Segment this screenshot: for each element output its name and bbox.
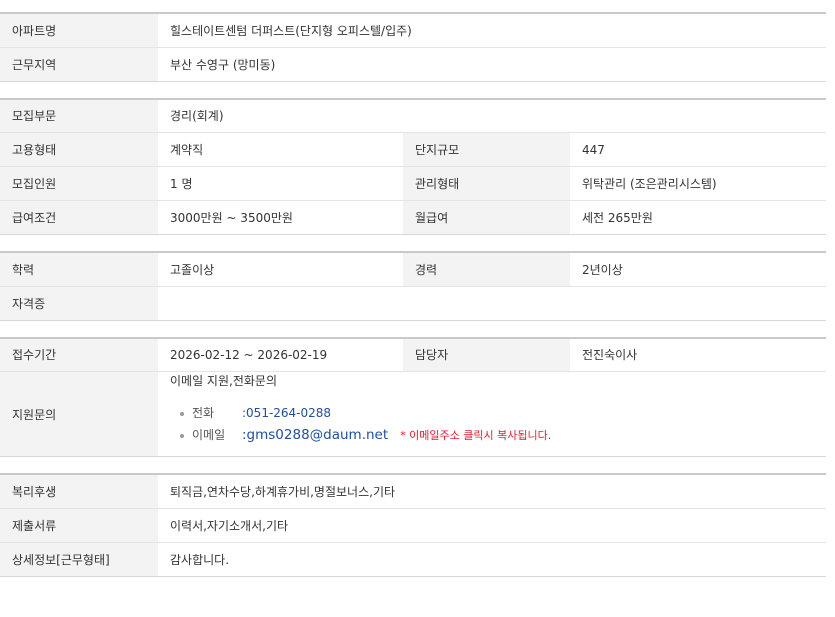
row-detail: 상세정보[근무형태] 감사합니다. xyxy=(0,541,826,576)
email-link[interactable]: :gms0288@daum.net xyxy=(242,427,388,443)
apartment-label: 아파트명 xyxy=(0,13,158,47)
management-type-value: 위탁관리 (조은관리시스템) xyxy=(570,166,826,201)
detail-value: 감사합니다. xyxy=(158,541,826,576)
certificate-label: 자격증 xyxy=(0,285,158,320)
salary-value: 3000만원 ~ 3500만원 xyxy=(158,200,403,235)
email-label: 이메일 xyxy=(192,428,226,442)
row-work-area: 근무지역 부산 수영구 (망미동) xyxy=(0,46,826,81)
salary-label: 급여조건 xyxy=(0,200,158,235)
contact-tel: 전화 :051-264-0288 xyxy=(180,402,826,424)
bullet-icon xyxy=(180,433,184,438)
period-label: 접수기간 xyxy=(0,337,158,372)
complex-size-label: 단지규모 xyxy=(403,132,570,167)
row-department: 모집부문 경리(회계) xyxy=(0,98,826,133)
apartment-value: 힐스테이트센텀 더퍼스트(단지형 오피스텔/입주) xyxy=(158,13,826,47)
work-area-label: 근무지역 xyxy=(0,46,158,81)
email-copy-note: * 이메일주소 클릭시 복사됩니다. xyxy=(400,429,552,442)
row-documents: 제출서류 이력서,자기소개서,기타 xyxy=(0,507,826,542)
row-education: 학력 고졸이상 경력 2년이상 xyxy=(0,252,826,286)
section-location: 아파트명 힐스테이트센텀 더퍼스트(단지형 오피스텔/입주) 근무지역 부산 수… xyxy=(0,12,826,82)
tel-label: 전화 xyxy=(192,406,215,420)
section-application: 접수기간 2026-02-12 ~ 2026-02-19 담당자 전진숙이사 지… xyxy=(0,336,826,457)
section-qualifications: 학력 고졸이상 경력 2년이상 자격증 xyxy=(0,251,826,321)
welfare-value: 퇴직금,연차수당,하계휴가비,명절보너스,기타 xyxy=(158,474,826,508)
inquiry-intro: 이메일 지원,전화문의 xyxy=(170,374,277,388)
inquiry-label: 지원문의 xyxy=(0,371,158,457)
experience-value: 2년이상 xyxy=(570,252,826,286)
documents-label: 제출서류 xyxy=(0,507,158,542)
complex-size-value: 447 xyxy=(570,132,826,167)
section-benefits: 복리후생 퇴직금,연차수당,하계휴가비,명절보너스,기타 제출서류 이력서,자기… xyxy=(0,473,826,577)
headcount-label: 모집인원 xyxy=(0,166,158,201)
monthly-pay-value: 세전 265만원 xyxy=(570,200,826,235)
tel-value: :051-264-0288 xyxy=(242,406,332,420)
headcount-value: 1 명 xyxy=(158,166,403,201)
work-area-value: 부산 수영구 (망미동) xyxy=(158,46,826,81)
inquiry-value: 이메일 지원,전화문의 전화 :051-264-0288 이메일 :gms0288@… xyxy=(158,371,826,457)
row-employment: 고용형태 계약직 단지규모 447 xyxy=(0,132,826,167)
job-detail: 아파트명 힐스테이트센텀 더퍼스트(단지형 오피스텔/입주) 근무지역 부산 수… xyxy=(0,0,835,577)
row-apartment: 아파트명 힐스테이트센텀 더퍼스트(단지형 오피스텔/입주) xyxy=(0,13,826,47)
row-headcount: 모집인원 1 명 관리형태 위탁관리 (조은관리시스템) xyxy=(0,166,826,201)
certificate-value xyxy=(158,285,826,320)
period-value: 2026-02-12 ~ 2026-02-19 xyxy=(158,337,403,372)
experience-label: 경력 xyxy=(403,252,570,286)
welfare-label: 복리후생 xyxy=(0,474,158,508)
row-certificate: 자격증 xyxy=(0,285,826,320)
documents-value: 이력서,자기소개서,기타 xyxy=(158,507,826,542)
bullet-icon xyxy=(180,411,184,416)
department-label: 모집부문 xyxy=(0,98,158,133)
monthly-pay-label: 월급여 xyxy=(403,200,570,235)
employment-type-label: 고용형태 xyxy=(0,132,158,167)
row-welfare: 복리후생 퇴직금,연차수당,하계휴가비,명절보너스,기타 xyxy=(0,474,826,508)
detail-label: 상세정보[근무형태] xyxy=(0,541,158,576)
manager-value: 전진숙이사 xyxy=(570,337,826,372)
department-value: 경리(회계) xyxy=(158,98,826,133)
row-salary: 급여조건 3000만원 ~ 3500만원 월급여 세전 265만원 xyxy=(0,200,826,235)
contact-list: 전화 :051-264-0288 이메일 :gms0288@daum.net * 이메… xyxy=(170,402,826,446)
row-period: 접수기간 2026-02-12 ~ 2026-02-19 담당자 전진숙이사 xyxy=(0,337,826,372)
row-inquiry: 지원문의 이메일 지원,전화문의 전화 :051-264-0288 이메일 :gms… xyxy=(0,371,826,457)
section-recruitment: 모집부문 경리(회계) 고용형태 계약직 단지규모 447 모집인원 1 명 관… xyxy=(0,97,826,235)
employment-type-value: 계약직 xyxy=(158,132,403,167)
education-label: 학력 xyxy=(0,252,158,286)
contact-email: 이메일 :gms0288@daum.net * 이메일주소 클릭시 복사됩니다. xyxy=(180,424,826,446)
management-type-label: 관리형태 xyxy=(403,166,570,201)
education-value: 고졸이상 xyxy=(158,252,403,286)
manager-label: 담당자 xyxy=(403,337,570,372)
